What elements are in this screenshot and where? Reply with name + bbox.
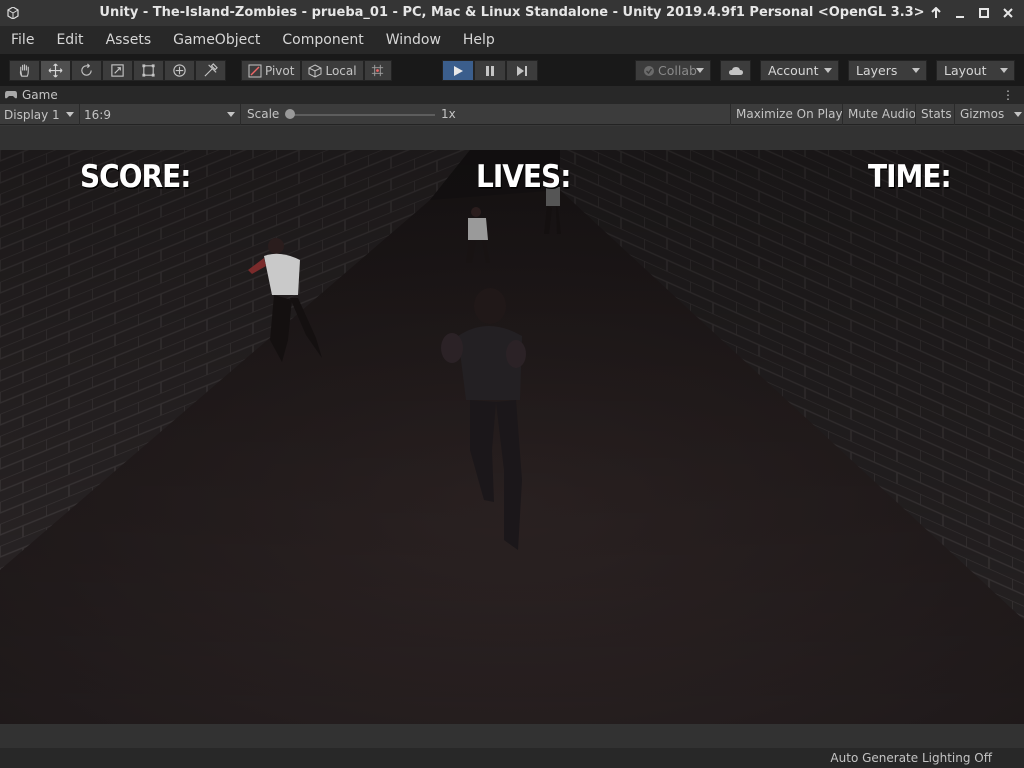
gizmos-dropdown[interactable]: Gizmos: [954, 104, 1024, 125]
hud-time-label: TIME:: [868, 158, 952, 195]
pivot-icon: [248, 64, 262, 77]
tools-icon: [204, 63, 218, 77]
scale-icon: [111, 64, 124, 77]
rect-tool-button[interactable]: [133, 60, 164, 81]
gamepad-icon: [5, 91, 17, 99]
display-dropdown[interactable]: Display 1: [0, 104, 80, 125]
viewport-letterbox-bottom: [0, 724, 1024, 748]
hand-tool-button[interactable]: [9, 60, 40, 81]
play-icon: [454, 65, 463, 76]
display-value: Display 1: [4, 107, 60, 122]
chevron-down-icon: [696, 68, 704, 73]
close-icon: [1003, 8, 1013, 18]
move-icon: [48, 63, 63, 78]
tab-game[interactable]: Game: [4, 86, 58, 104]
menu-gameobject[interactable]: GameObject: [162, 26, 271, 54]
menu-file[interactable]: File: [0, 26, 45, 54]
mute-audio-toggle[interactable]: Mute Audio: [842, 104, 921, 125]
pivot-toggle[interactable]: Pivot: [241, 60, 302, 81]
chevron-down-icon: [912, 68, 920, 73]
menu-help[interactable]: Help: [452, 26, 506, 54]
hud-lives-label: LIVES:: [476, 158, 571, 195]
step-button[interactable]: [506, 60, 538, 81]
menu-bar: File Edit Assets GameObject Component Wi…: [0, 26, 1024, 54]
rotate-tool-button[interactable]: [71, 60, 102, 81]
tab-game-label: Game: [22, 88, 58, 102]
layers-dropdown[interactable]: Layers: [848, 60, 927, 81]
minimize-button[interactable]: [950, 3, 970, 23]
rect-transform-icon: [142, 64, 155, 77]
main-toolbar: Pivot Local Collab Account Layers Layout: [0, 54, 1024, 86]
menu-component[interactable]: Component: [271, 26, 374, 54]
arrow-up-icon: [931, 7, 941, 18]
title-bar: Unity - The-Island-Zombies - prueba_01 -…: [0, 0, 1024, 26]
transform-icon: [173, 64, 186, 77]
menu-window[interactable]: Window: [375, 26, 452, 54]
chevron-down-icon: [824, 68, 832, 73]
game-view-controls: Display 1 16:9 Scale 1x Maximize On Play…: [0, 104, 1024, 125]
playmode-group: [442, 60, 538, 81]
viewport-letterbox-top: [0, 126, 1024, 150]
kebab-menu-icon[interactable]: ⋮: [1002, 88, 1014, 102]
scale-slider-handle[interactable]: [285, 109, 295, 119]
status-bar: Auto Generate Lighting Off: [0, 748, 1024, 768]
chevron-down-icon: [227, 112, 235, 117]
local-toggle[interactable]: Local: [301, 60, 364, 81]
custom-tool-button[interactable]: [195, 60, 226, 81]
scale-value: 1x: [441, 107, 456, 121]
account-dropdown[interactable]: Account: [760, 60, 839, 81]
collab-dropdown[interactable]: Collab: [635, 60, 711, 81]
cloud-button[interactable]: [720, 60, 751, 81]
maximize-icon: [979, 8, 989, 18]
hand-icon: [19, 64, 29, 77]
game-tab-bar: Game ⋮: [0, 86, 1024, 104]
keep-above-button[interactable]: [926, 3, 946, 23]
pause-icon: [486, 65, 494, 76]
gizmos-label: Gizmos: [960, 107, 1005, 121]
layers-label: Layers: [856, 63, 898, 78]
menu-edit[interactable]: Edit: [45, 26, 94, 54]
unity-logo-icon: [4, 4, 22, 22]
scale-slider-track[interactable]: [289, 114, 435, 116]
menu-assets[interactable]: Assets: [95, 26, 163, 54]
local-label: Local: [325, 63, 357, 78]
pause-button[interactable]: [474, 60, 506, 81]
play-button[interactable]: [442, 60, 474, 81]
chevron-down-icon: [1014, 112, 1023, 117]
account-label: Account: [768, 63, 819, 78]
game-viewport[interactable]: SCORE: LIVES: TIME:: [0, 150, 1024, 724]
aspect-dropdown[interactable]: 16:9: [80, 104, 241, 125]
transform-tools: [9, 60, 226, 81]
game-scene-image: [0, 150, 1024, 724]
grid-snap-icon: [371, 64, 384, 77]
aspect-value: 16:9: [84, 107, 111, 122]
layout-label: Layout: [944, 63, 987, 78]
pivot-group: Pivot Local: [241, 60, 392, 81]
close-button[interactable]: [998, 3, 1018, 23]
layout-dropdown[interactable]: Layout: [936, 60, 1015, 81]
pivot-label: Pivot: [265, 63, 295, 78]
chevron-down-icon: [1000, 68, 1008, 73]
scale-label: Scale: [247, 107, 280, 121]
step-icon: [517, 65, 527, 76]
rotate-icon: [81, 63, 92, 76]
maximize-button[interactable]: [974, 3, 994, 23]
move-tool-button[interactable]: [40, 60, 71, 81]
maximize-on-play-toggle[interactable]: Maximize On Play: [730, 104, 848, 125]
cloud-icon: [728, 66, 743, 75]
minimize-icon: [956, 16, 964, 18]
local-cube-icon: [308, 63, 322, 78]
collab-label: Collab: [658, 63, 697, 78]
grid-snap-button[interactable]: [363, 60, 392, 81]
checkmark-circle-icon: [644, 65, 654, 76]
transform-tool-button[interactable]: [164, 60, 195, 81]
window-title: Unity - The-Island-Zombies - prueba_01 -…: [99, 5, 925, 20]
scale-tool-button[interactable]: [102, 60, 133, 81]
lighting-status[interactable]: Auto Generate Lighting Off: [830, 751, 992, 765]
chevron-down-icon: [66, 112, 74, 117]
stats-toggle[interactable]: Stats: [915, 104, 957, 125]
hud-score-label: SCORE:: [80, 158, 191, 195]
